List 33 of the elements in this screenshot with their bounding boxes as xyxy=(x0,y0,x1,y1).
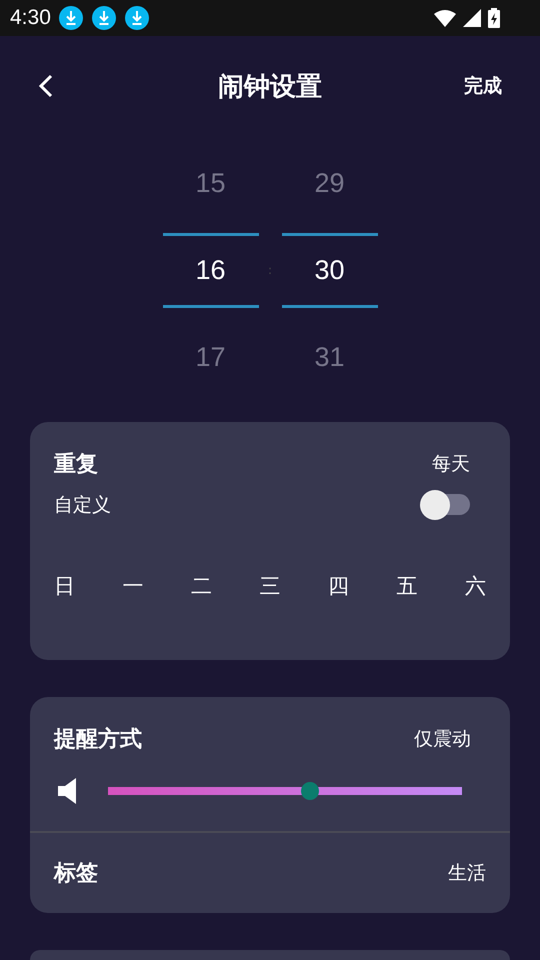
repeat-value[interactable]: 每天 xyxy=(432,451,470,477)
picker-number[interactable]: 29 xyxy=(282,146,378,220)
weekday-button[interactable]: 四 xyxy=(328,572,349,600)
weekday-button[interactable]: 日 xyxy=(54,572,75,600)
weekday-button[interactable]: 三 xyxy=(260,572,280,600)
download-icon xyxy=(92,6,116,30)
picker-number[interactable]: 15 xyxy=(162,146,258,220)
weekday-button[interactable]: 二 xyxy=(191,572,212,600)
weekday-button[interactable]: 五 xyxy=(396,572,418,600)
slider-thumb[interactable] xyxy=(300,782,319,800)
page-title: 闹钟设置 xyxy=(217,70,323,104)
section-title: 提醒方式 xyxy=(54,726,142,754)
speaker-icon xyxy=(58,777,78,805)
download-icon xyxy=(58,6,83,30)
custom-label: 自定义 xyxy=(54,493,111,518)
tag-value[interactable]: 生活 xyxy=(448,860,486,886)
weekday-button[interactable]: 一 xyxy=(122,572,144,600)
battery-icon xyxy=(488,8,500,28)
download-icon xyxy=(124,6,149,30)
picker-number[interactable]: 30 xyxy=(282,232,378,308)
status-time: 4:30 xyxy=(10,6,51,30)
picker-number[interactable]: 16 xyxy=(162,232,258,308)
signal-icon xyxy=(463,9,481,27)
section-title: 重复 xyxy=(54,451,98,479)
picker-number[interactable]: 31 xyxy=(282,320,378,394)
weekday-button[interactable]: 六 xyxy=(465,572,486,600)
done-button[interactable]: 完成 xyxy=(464,73,502,99)
custom-toggle[interactable] xyxy=(420,490,470,520)
picker-number[interactable]: 17 xyxy=(162,320,258,394)
reminder-value[interactable]: 仅震动 xyxy=(414,726,471,752)
time-separator: : xyxy=(266,263,274,277)
wifi-icon xyxy=(434,9,456,27)
section-title: 标签 xyxy=(54,860,98,888)
